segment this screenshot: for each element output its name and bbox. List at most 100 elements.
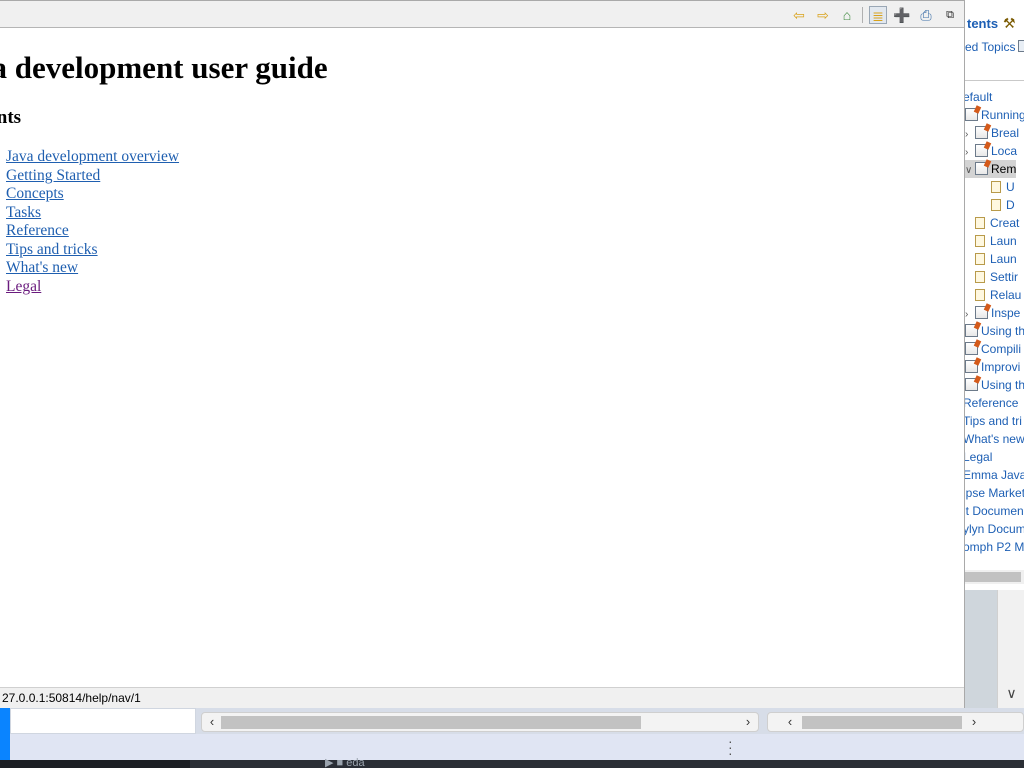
maximize-icon[interactable]: ⧉ (941, 6, 959, 24)
toc-item[interactable]: Running (965, 106, 1024, 124)
toc-item-label: D (1006, 198, 1015, 212)
contents-link[interactable]: Legal (6, 278, 179, 297)
editor-horizontal-scrollbar[interactable]: ‹ › (201, 712, 759, 732)
contents-link[interactable]: Tasks (6, 204, 179, 223)
contents-link[interactable]: Concepts (6, 185, 179, 204)
book-icon (975, 126, 988, 139)
book-icon (965, 108, 978, 121)
toc-item[interactable]: Tips and tri (964, 412, 1022, 430)
book-icon (975, 306, 988, 319)
contents-link[interactable]: Reference (6, 222, 179, 241)
toc-item[interactable]: › Breal (965, 124, 1019, 142)
divider (965, 80, 1024, 81)
contents-link[interactable]: Getting Started (6, 167, 179, 186)
scrollbar-thumb[interactable] (221, 716, 641, 729)
workbench-input-area[interactable] (10, 708, 196, 734)
page-title: va development user guide (0, 50, 328, 85)
page-icon (991, 199, 1001, 211)
toc-item-label: Reference (964, 396, 1019, 410)
scroll-right-icon[interactable]: › (966, 713, 982, 731)
help-browser-window: ⇦ ⇨ ⌂ ≣ ➕ ⎙ ⧉ va development user guide … (0, 0, 965, 708)
toc-horizontal-scrollbar[interactable] (965, 570, 1024, 584)
workbench-left-accent (0, 708, 10, 768)
toc-item[interactable]: › Inspe (965, 304, 1020, 322)
contents-link[interactable]: Java development overview (6, 148, 179, 167)
toc-item-label: U (1006, 180, 1015, 194)
toc-item-label: ylyn Docum (964, 522, 1024, 536)
page-icon (975, 217, 985, 229)
contents-link[interactable]: Tips and tricks (6, 241, 179, 260)
toc-item[interactable]: Using th (965, 322, 1024, 340)
toc-item-label: omph P2 Ma (964, 540, 1024, 554)
scroll-left-icon[interactable]: ‹ (782, 713, 798, 731)
resize-grip-icon[interactable]: · · · (728, 734, 733, 760)
book-icon (965, 342, 978, 355)
toc-item[interactable]: Reference (964, 394, 1019, 412)
toc-item[interactable]: What's new (964, 430, 1024, 448)
toc-item[interactable]: Settir (965, 268, 1018, 286)
scrollbar-thumb[interactable] (802, 716, 962, 729)
toc-item[interactable]: it Documen (965, 502, 1024, 520)
toc-item[interactable]: Legal (964, 448, 993, 466)
search-tab-icon[interactable]: ⚒ (1003, 15, 1016, 32)
status-band (10, 734, 1024, 760)
scrollbar-thumb[interactable] (965, 572, 1021, 582)
toc-item[interactable]: U (981, 178, 1015, 196)
toc-item-label: Legal (964, 450, 993, 464)
toc-item-label: efault (964, 90, 993, 104)
toc-item[interactable]: Laun (965, 232, 1017, 250)
screen: ∨ ‹ › ‹ › · · · ▶ ■ eda tents ⚒ ed Topics … (0, 0, 1024, 768)
toc-item[interactable]: Compili (965, 340, 1021, 358)
taskbar-item[interactable]: ▶ ■ eda (325, 756, 365, 768)
book-icon (965, 378, 978, 391)
toc-item[interactable]: ipse Market (965, 484, 1024, 502)
forward-arrow-icon[interactable]: ⇨ (814, 6, 832, 24)
page-icon (975, 235, 985, 247)
toc-item-label: Compili (981, 342, 1022, 356)
toc-item[interactable]: ∨ Rem (965, 160, 1017, 180)
contents-link[interactable]: What's new (6, 259, 179, 278)
contents-links: Java development overview Getting Started… (6, 148, 179, 296)
tab-contents[interactable]: tents (967, 16, 998, 31)
toc-item-label: Improvi (981, 360, 1021, 374)
toc-item[interactable]: Laun (965, 250, 1017, 268)
toc-item-label: Loca (991, 144, 1018, 158)
scroll-left-icon[interactable]: ‹ (204, 713, 220, 731)
toc-item[interactable]: D (981, 196, 1015, 214)
toc-item-label: Using th (981, 378, 1024, 392)
chevron-down-icon[interactable]: ∨ (965, 162, 975, 180)
scroll-down-icon[interactable]: ∨ (998, 685, 1024, 702)
book-icon (975, 162, 988, 175)
vertical-scrollbar[interactable]: ∨ (997, 590, 1024, 708)
toc-item-label: Tips and tri (964, 414, 1022, 428)
toc-item[interactable]: omph P2 Ma (964, 538, 1024, 556)
bookmark-add-icon[interactable]: ➕ (893, 6, 911, 24)
help-contents-pane: tents ⚒ ed Topics efault Running › Breal › Lo… (964, 0, 1024, 590)
section-heading: tents (0, 107, 22, 128)
toc-item-label: Using th (981, 324, 1024, 338)
back-arrow-icon[interactable]: ⇦ (790, 6, 808, 24)
toc-item[interactable]: Improvi (965, 358, 1020, 376)
toc-item[interactable]: Relau (965, 286, 1021, 304)
page-icon (975, 253, 985, 265)
toc-item-label: Inspe (991, 306, 1021, 320)
print-icon[interactable]: ⎙ (917, 6, 935, 24)
help-toolbar: ⇦ ⇨ ⌂ ≣ ➕ ⎙ ⧉ (0, 1, 964, 28)
home-icon[interactable]: ⌂ (838, 6, 856, 24)
page-icon (991, 181, 1001, 193)
toc-item-label: Settir (990, 270, 1019, 284)
panel-horizontal-scrollbar[interactable]: ‹ › (767, 712, 1024, 732)
toc-item[interactable]: Using th (965, 376, 1024, 394)
page-icon (975, 289, 985, 301)
show-in-toc-icon[interactable]: ≣ (869, 6, 887, 24)
toc-item[interactable]: ylyn Docum (964, 520, 1024, 538)
scroll-right-icon[interactable]: › (740, 713, 756, 731)
toc-item-label: Laun (990, 252, 1017, 266)
toc-item-label: What's new (964, 432, 1024, 446)
toc-item[interactable]: Emma Java (965, 466, 1024, 484)
toc-item[interactable]: Creat (965, 214, 1019, 232)
related-topics-link[interactable]: ed Topics (965, 40, 1015, 54)
toc-item[interactable]: efault (964, 88, 993, 106)
toc-item-label: Breal (991, 126, 1020, 140)
toc-item[interactable]: › Loca (965, 142, 1017, 160)
